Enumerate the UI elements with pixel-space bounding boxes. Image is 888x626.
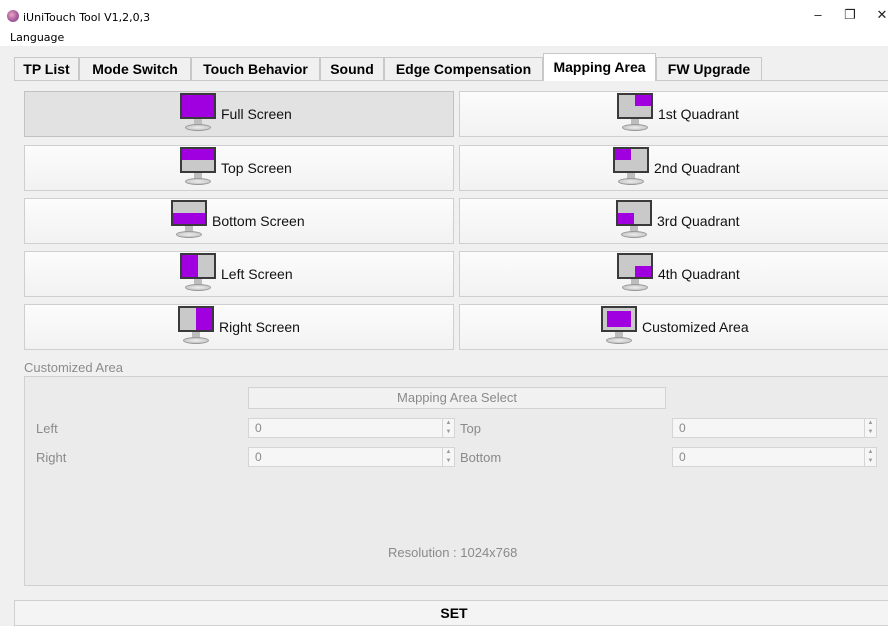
spin-up-icon[interactable]: ▲ xyxy=(443,448,454,457)
set-button[interactable]: SET xyxy=(14,600,888,626)
first-quadrant-monitor-icon xyxy=(616,93,656,135)
left-screen-monitor-icon xyxy=(179,253,219,295)
third-quadrant-monitor-icon xyxy=(615,200,655,242)
tab-tp-list[interactable]: TP List xyxy=(14,57,79,80)
top-screen-monitor-icon xyxy=(179,147,219,189)
spin-down-icon[interactable]: ▼ xyxy=(443,457,454,466)
bottom-field-label: Bottom xyxy=(460,450,502,465)
left-screen-button[interactable]: Left Screen xyxy=(24,251,454,297)
second-quadrant-monitor-icon xyxy=(612,147,652,189)
window-title: iUniTouch Tool V1,2,0,3 xyxy=(23,11,151,24)
bottom-value-spinner[interactable]: 0 ▲ ▼ xyxy=(672,447,877,467)
menu-language[interactable]: Language xyxy=(10,31,64,44)
left-field-label: Left xyxy=(36,421,58,436)
top-value: 0 xyxy=(679,421,686,435)
fourth-quadrant-label: 4th Quadrant xyxy=(658,266,740,282)
right-value: 0 xyxy=(255,450,262,464)
customized-area-group-label: Customized Area xyxy=(24,360,123,375)
minimize-button[interactable]: – xyxy=(804,5,832,25)
right-screen-monitor-icon xyxy=(177,306,217,348)
restore-button[interactable]: ❐ xyxy=(836,5,864,25)
second-quadrant-button[interactable]: 2nd Quadrant xyxy=(459,145,888,191)
tab-fw-upgrade[interactable]: FW Upgrade xyxy=(656,57,762,80)
tab-mapping-area[interactable]: Mapping Area xyxy=(543,53,656,81)
bottom-screen-button[interactable]: Bottom Screen xyxy=(24,198,454,244)
top-field-label: Top xyxy=(460,421,481,436)
mapping-area-select-button[interactable]: Mapping Area Select xyxy=(248,387,666,409)
top-screen-button[interactable]: Top Screen xyxy=(24,145,454,191)
left-value: 0 xyxy=(255,421,262,435)
third-quadrant-button[interactable]: 3rd Quadrant xyxy=(459,198,888,244)
customized-area-label: Customized Area xyxy=(642,319,749,335)
spin-down-icon[interactable]: ▼ xyxy=(443,428,454,437)
first-quadrant-button[interactable]: 1st Quadrant xyxy=(459,91,888,137)
third-quadrant-label: 3rd Quadrant xyxy=(657,213,740,229)
spin-down-icon[interactable]: ▼ xyxy=(865,428,876,437)
tab-touch-behavior[interactable]: Touch Behavior xyxy=(191,57,320,80)
tab-edge-compensation[interactable]: Edge Compensation xyxy=(384,57,543,80)
full-screen-button[interactable]: Full Screen xyxy=(24,91,454,137)
tab-sound[interactable]: Sound xyxy=(320,57,384,80)
spin-up-icon[interactable]: ▲ xyxy=(865,419,876,428)
top-screen-label: Top Screen xyxy=(221,160,292,176)
bottom-value: 0 xyxy=(679,450,686,464)
bottom-screen-label: Bottom Screen xyxy=(212,213,305,229)
left-value-spinner[interactable]: 0 ▲ ▼ xyxy=(248,418,455,438)
fourth-quadrant-monitor-icon xyxy=(616,253,656,295)
right-field-label: Right xyxy=(36,450,67,465)
left-screen-label: Left Screen xyxy=(221,266,293,282)
full-screen-monitor-icon xyxy=(179,93,219,135)
right-value-spinner[interactable]: 0 ▲ ▼ xyxy=(248,447,455,467)
right-screen-button[interactable]: Right Screen xyxy=(24,304,454,350)
full-screen-label: Full Screen xyxy=(221,106,292,122)
app-logo-icon xyxy=(7,10,19,22)
spin-up-icon[interactable]: ▲ xyxy=(443,419,454,428)
resolution-text: Resolution : 1024x768 xyxy=(388,545,518,560)
second-quadrant-label: 2nd Quadrant xyxy=(654,160,740,176)
menu-bar: Language xyxy=(0,30,888,46)
bottom-screen-monitor-icon xyxy=(170,200,210,242)
customized-area-monitor-icon xyxy=(600,306,640,348)
fourth-quadrant-button[interactable]: 4th Quadrant xyxy=(459,251,888,297)
right-screen-label: Right Screen xyxy=(219,319,300,335)
top-value-spinner[interactable]: 0 ▲ ▼ xyxy=(672,418,877,438)
tab-mode-switch[interactable]: Mode Switch xyxy=(79,57,191,80)
customized-area-button[interactable]: Customized Area xyxy=(459,304,888,350)
title-bar: iUniTouch Tool V1,2,0,3 – ❐ ✕ xyxy=(0,0,888,30)
close-button[interactable]: ✕ xyxy=(868,5,888,25)
first-quadrant-label: 1st Quadrant xyxy=(658,106,739,122)
spin-down-icon[interactable]: ▼ xyxy=(865,457,876,466)
spin-up-icon[interactable]: ▲ xyxy=(865,448,876,457)
